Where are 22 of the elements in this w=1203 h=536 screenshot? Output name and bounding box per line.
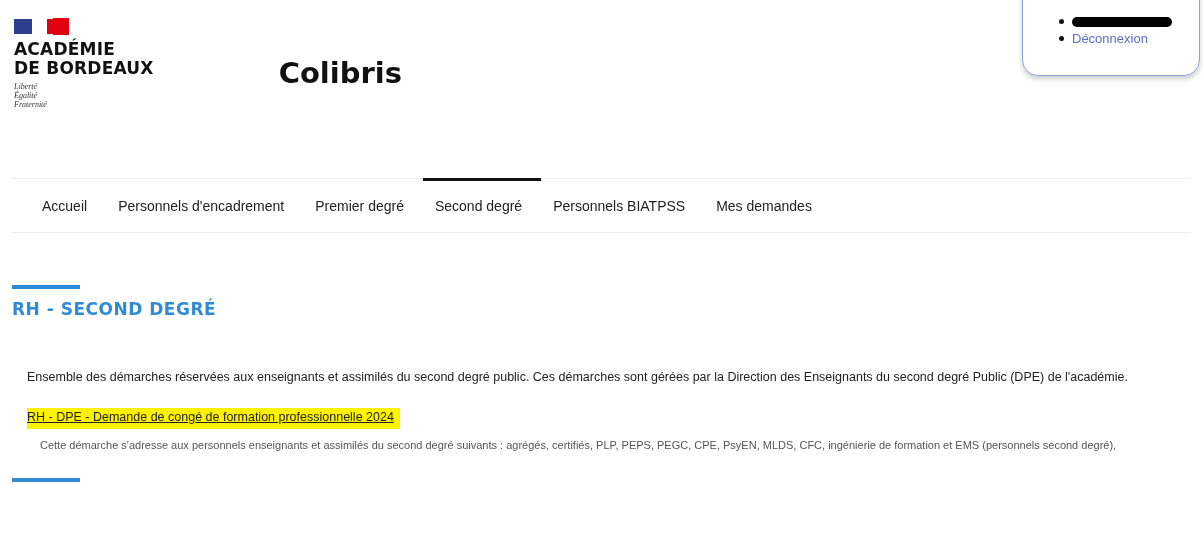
intro-paragraph: Ensemble des démarches réservées aux enseignants et assimilés du second degré public. Ces démarches sont gérées par la Direction des Enseignants du second degré Public (DPE) de l'académie. <box>27 369 1129 387</box>
heading-accent-bar <box>12 285 80 289</box>
motto-text: Fraternité <box>14 100 48 109</box>
nav-tab[interactable]: Personnels d'encadrement <box>106 178 304 232</box>
logo-text: DE BORDEAUX <box>14 59 154 78</box>
nav-tab[interactable]: Premier degré <box>303 178 423 232</box>
bullet-icon <box>1059 36 1064 41</box>
section-accent-bar <box>12 478 80 483</box>
procedure-link[interactable]: RH - DPE - Demande de congé de formation professionnelle 2024 <box>27 408 400 430</box>
site-title: Colibris <box>278 55 402 92</box>
nav-tab[interactable]: Personnels BIATPSS <box>541 178 705 232</box>
flag-logo-icon <box>14 18 69 36</box>
nav-tab[interactable]: Accueil <box>30 178 107 232</box>
motto-text: Égalité <box>14 91 39 100</box>
nav-tab[interactable]: Second degré <box>422 178 542 232</box>
bullet-icon <box>1059 19 1064 24</box>
logout-link[interactable]: Déconnexion <box>1072 28 1148 49</box>
motto-text: Liberté <box>14 82 39 91</box>
nav-tab[interactable]: Mes demandes <box>704 178 831 232</box>
logo-text: ACADÉMIE <box>14 40 116 59</box>
section-heading: RH - SECOND DEGRÉ <box>12 299 218 320</box>
procedure-description: Cette démarche s'adresse aux personnels enseignants et assimilés du second degré suivants : agrégés, certifiés, PLP, PEPS, PEGC, CPE, PsyEN, MLDS, CFC, ingénierie de formation et EMS (personnels second degré), <box>40 438 1118 454</box>
